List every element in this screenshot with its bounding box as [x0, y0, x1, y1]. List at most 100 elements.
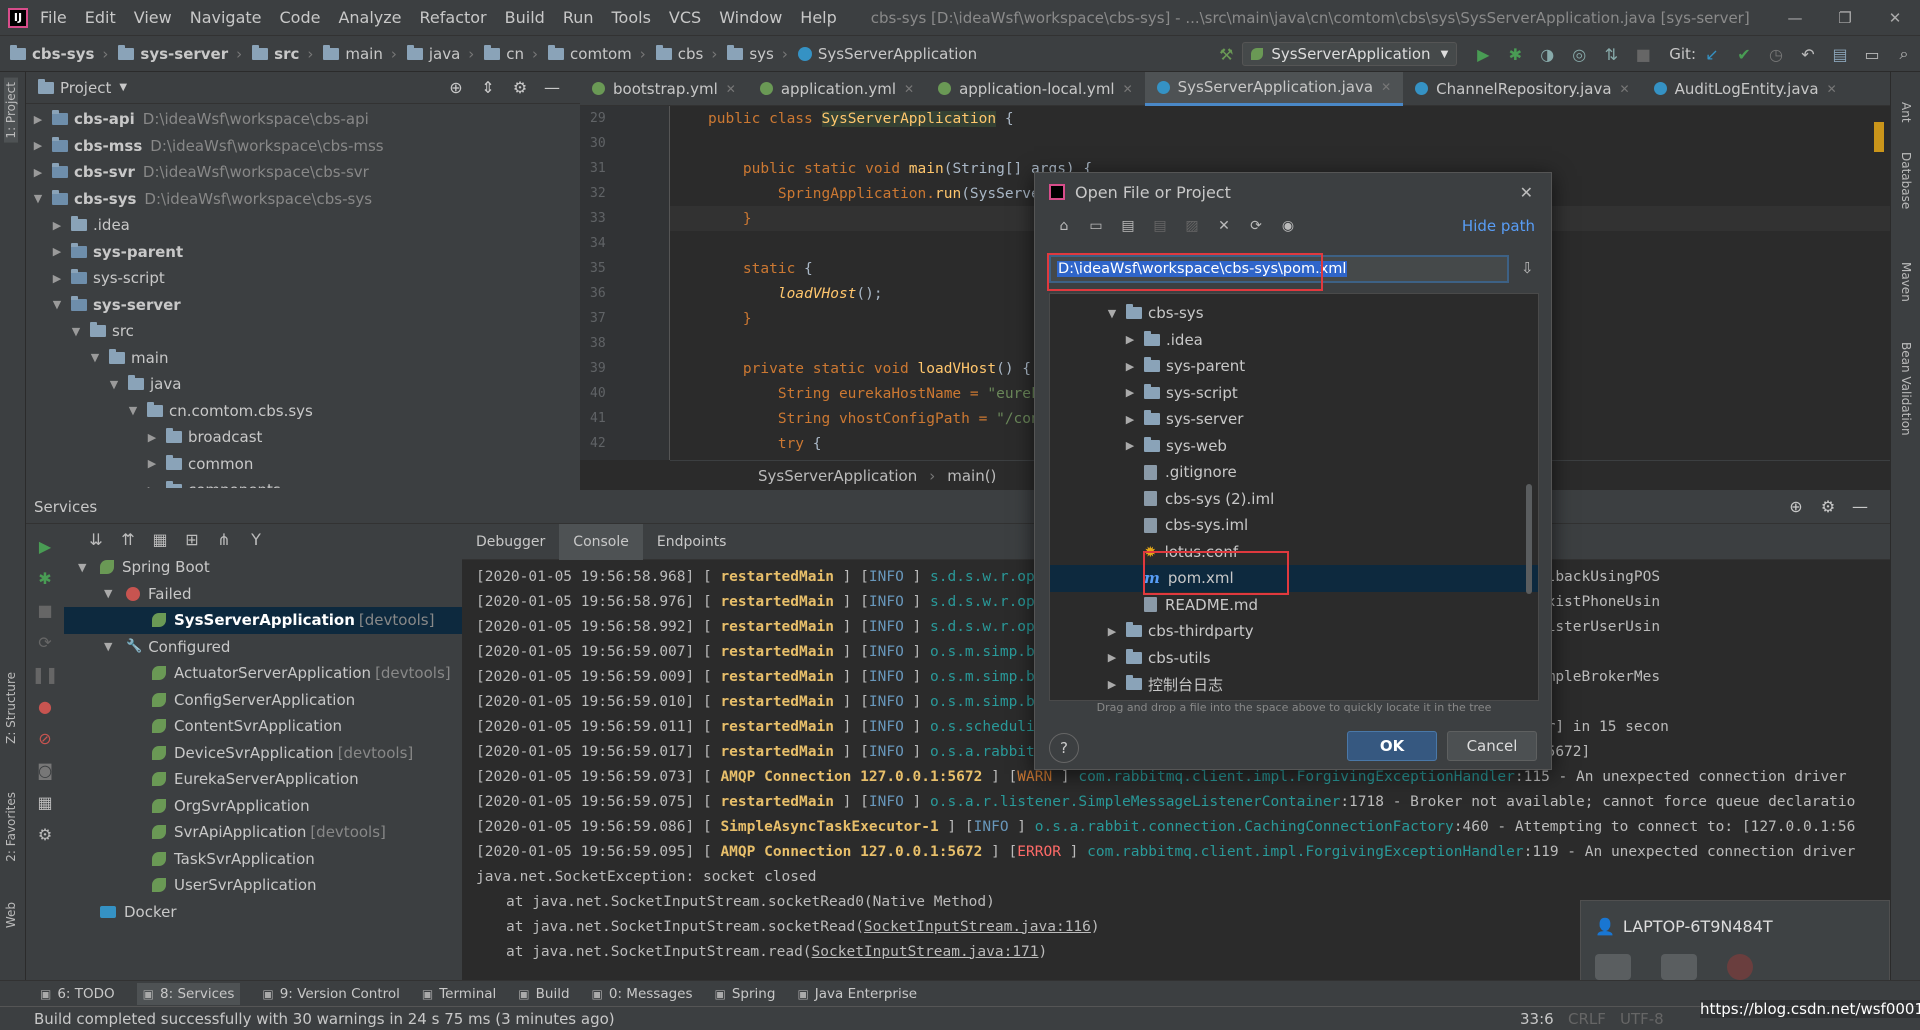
project-tree-item[interactable]: ▶ sys-parent	[30, 239, 580, 266]
service-item[interactable]: ▼ 🔧 Configured	[64, 634, 462, 661]
file-tree-item[interactable]: ▶ .idea	[1050, 327, 1538, 354]
git-commit-icon[interactable]: ✔	[1734, 44, 1754, 64]
menu-run[interactable]: Run	[563, 8, 594, 27]
nav-crumb[interactable]: cbs ›	[655, 44, 717, 63]
editor-scrollbar[interactable]	[1874, 122, 1884, 152]
help-button[interactable]: ?	[1049, 733, 1079, 763]
tab-close-icon[interactable]: ✕	[904, 82, 914, 96]
service-item[interactable]: EurekaServerApplication	[64, 766, 462, 793]
database-tool-button[interactable]: Database	[1899, 152, 1913, 209]
menu-analyze[interactable]: Analyze	[338, 8, 401, 27]
coverage-icon[interactable]: ◑	[1537, 44, 1557, 64]
tree-arrow-icon[interactable]: ▼	[104, 587, 120, 600]
menu-build[interactable]: Build	[505, 8, 545, 27]
editor-tab[interactable]: ChannelRepository.java ✕	[1403, 72, 1641, 106]
collapsed-arrow-icon[interactable]: ▶	[49, 219, 65, 232]
stop-icon[interactable]: ■	[1633, 44, 1653, 64]
service-item[interactable]: OrgSvrApplication	[64, 793, 462, 820]
profile-icon[interactable]: ◎	[1569, 44, 1589, 64]
cancel-button[interactable]: Cancel	[1447, 731, 1537, 761]
tab-close-icon[interactable]: ✕	[726, 82, 736, 96]
collapsed-arrow-icon[interactable]: ▶	[144, 484, 160, 488]
expanded-arrow-icon[interactable]: ▼	[30, 192, 46, 205]
chat-icon[interactable]	[1595, 954, 1631, 980]
expanded-arrow-icon[interactable]: ▼	[87, 351, 103, 364]
expanded-arrow-icon[interactable]: ▼	[49, 298, 65, 311]
frame-link[interactable]: SocketInputStream.java:116	[864, 919, 1091, 935]
settings-gear-icon[interactable]: ⚙	[510, 78, 530, 98]
tree-arrow-icon[interactable]: ▶	[1122, 360, 1138, 373]
tab-close-icon[interactable]: ✕	[1381, 80, 1391, 94]
project-tree-item[interactable]: ▶ cbs-mss D:\ideaWsf\workspace\cbs-mss	[30, 133, 580, 160]
project-tree-item[interactable]: ▼ main	[30, 345, 580, 372]
ant-tool-button[interactable]: Ant	[1899, 102, 1913, 123]
collapse-all-icon[interactable]: ⇕	[478, 78, 498, 98]
mute-breakpoints-icon[interactable]: ⊘	[35, 728, 55, 748]
maven-tool-button[interactable]: Maven	[1899, 262, 1913, 302]
fork-icon[interactable]: Y	[246, 529, 266, 549]
bottom-tab[interactable]: ▣ 0: Messages	[592, 986, 693, 1002]
new-folder-icon[interactable]: ▨	[1183, 217, 1201, 235]
run-icon[interactable]: ▶	[1473, 44, 1493, 64]
project-tool-button[interactable]: 1: Project	[4, 78, 18, 143]
services-settings-icon[interactable]: ⚙	[1818, 497, 1838, 517]
tree-arrow-icon[interactable]: ▶	[1104, 678, 1120, 691]
bottom-tab[interactable]: ▣ 8: Services	[136, 982, 241, 1005]
service-item[interactable]: TaskSvrApplication	[64, 846, 462, 873]
bottom-tab[interactable]: ▣ Build	[518, 986, 569, 1002]
git-rollback-icon[interactable]: ↶	[1798, 44, 1818, 64]
dialog-close-icon[interactable]: ✕	[1520, 183, 1533, 202]
add-service-icon[interactable]: ⊞	[182, 529, 202, 549]
show-hidden-icon[interactable]: ◉	[1279, 217, 1297, 235]
refresh-icon[interactable]: ⟳	[1247, 217, 1265, 235]
service-item[interactable]: ConfigServerApplication	[64, 687, 462, 714]
git-update-icon[interactable]: ↙	[1702, 44, 1722, 64]
project-tree-item[interactable]: ▼ cbs-sys D:\ideaWsf\workspace\cbs-sys	[30, 186, 580, 213]
nav-crumb[interactable]: SysServerApplication	[797, 45, 977, 63]
editor-tab[interactable]: AuditLogEntity.java ✕	[1642, 72, 1849, 106]
delete-icon[interactable]: ✕	[1215, 217, 1233, 235]
module-dir-icon[interactable]: ▤	[1151, 217, 1169, 235]
hide-panel-icon[interactable]: —	[542, 78, 562, 98]
bottom-tab[interactable]: ▣ Java Enterprise	[797, 986, 917, 1002]
file-encoding[interactable]: UTF-8	[1620, 1010, 1664, 1028]
project-tree-item[interactable]: ▶ components	[30, 477, 580, 488]
project-dir-icon[interactable]: ▤	[1119, 217, 1137, 235]
debug-icon[interactable]: ✱	[1505, 44, 1525, 64]
project-tree-item[interactable]: ▶ .idea	[30, 212, 580, 239]
home-icon[interactable]: ⌂	[1055, 217, 1073, 235]
project-tree-item[interactable]: ▼ sys-server	[30, 292, 580, 319]
desktop-icon[interactable]: ▭	[1087, 217, 1105, 235]
collapse-all-icon[interactable]: ⇈	[118, 529, 138, 549]
caret-position[interactable]: 33:6	[1520, 1010, 1554, 1028]
console-tab-endpoints[interactable]: Endpoints	[643, 524, 741, 560]
layout-icon[interactable]: ▭	[1862, 44, 1882, 64]
git-history-icon[interactable]: ◷	[1766, 44, 1786, 64]
menu-vcs[interactable]: VCS	[669, 8, 701, 27]
file-tree-item[interactable]: ▶ sys-parent	[1050, 353, 1538, 380]
nav-crumb[interactable]: sys ›	[727, 44, 788, 63]
nav-crumb[interactable]: cn ›	[484, 44, 538, 63]
tree-arrow-icon[interactable]: ▼	[1104, 307, 1120, 320]
bean-validation-tool-button[interactable]: Bean Validation	[1899, 342, 1913, 436]
menu-view[interactable]: View	[134, 8, 172, 27]
dismiss-icon[interactable]	[1727, 954, 1753, 980]
service-item[interactable]: SvrApiApplication [devtools]	[64, 819, 462, 846]
run-service-icon[interactable]: ▶	[35, 536, 55, 556]
editor-tab[interactable]: application.yml ✕	[748, 72, 926, 106]
project-tree-item[interactable]: ▼ cn.comtom.cbs.sys	[30, 398, 580, 425]
tree-arrow-icon[interactable]: ▶	[1122, 333, 1138, 346]
stop-service-icon[interactable]: ■	[35, 600, 55, 620]
group-icon[interactable]: ▦	[150, 529, 170, 549]
tree-arrow-icon[interactable]: ▶	[1122, 386, 1138, 399]
tree-arrow-icon[interactable]: ▼	[104, 640, 120, 653]
exception-breakpoint-icon[interactable]: ●	[35, 696, 55, 716]
file-tree-item[interactable]: ▶ 控制台日志	[1050, 671, 1538, 698]
collapsed-arrow-icon[interactable]: ▶	[144, 431, 160, 444]
menu-navigate[interactable]: Navigate	[190, 8, 262, 27]
code-line[interactable]: public class SysServerApplication {	[670, 106, 1890, 131]
file-tree-item[interactable]: .gitignore	[1050, 459, 1538, 486]
editor-tab[interactable]: SysServerApplication.java ✕	[1144, 71, 1404, 106]
menu-help[interactable]: Help	[800, 8, 836, 27]
tree-arrow-icon[interactable]: ▶	[1122, 413, 1138, 426]
